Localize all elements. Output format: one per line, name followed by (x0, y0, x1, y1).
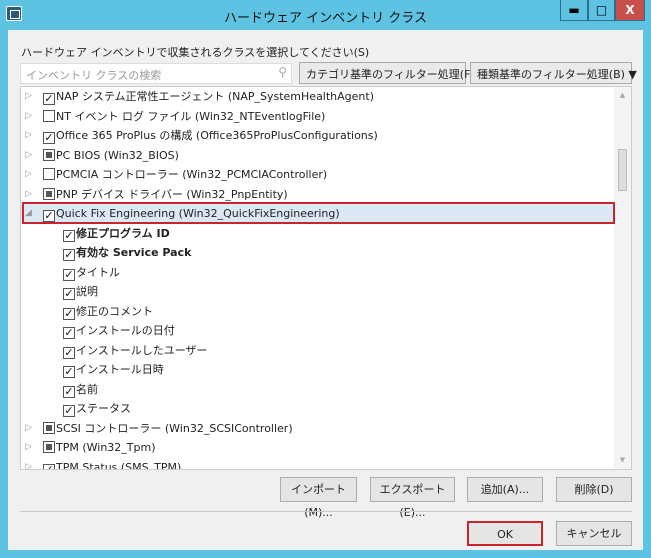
row-label: 修正のコメント (76, 304, 153, 318)
checkbox[interactable]: ✓ (63, 307, 75, 320)
row-label: インストールの日付 (76, 324, 175, 337)
checkbox[interactable] (43, 187, 55, 200)
tree-row[interactable]: ✓ タイトル (21, 263, 615, 282)
tree-row[interactable]: ▷ PCMCIA コントローラー (Win32_PCMCIAController) (21, 165, 615, 184)
expand-arrow-icon[interactable]: ▷ (25, 87, 32, 106)
tree-row[interactable]: ✓ ステータス (21, 399, 615, 418)
tree-row[interactable]: ▷ PNP デバイス ドライバー (Win32_PnpEntity) (21, 185, 615, 204)
tree-row[interactable]: ✓ 修正のコメント (21, 302, 615, 321)
row-label: TPM Status (SMS_TPM) (56, 460, 182, 470)
checkbox[interactable]: ✓ (43, 463, 55, 469)
checkbox[interactable]: ✓ (63, 249, 75, 261)
checkbox[interactable]: ✓ (63, 288, 75, 300)
checkbox[interactable]: ✓ (63, 385, 75, 398)
highlight-box (22, 202, 615, 224)
row-label: PC BIOS (Win32_BIOS) (56, 148, 179, 162)
class-tree[interactable]: ▷ ✓ TPM Status (SMS_TPM) ▷ TPM (Win32_Tpm) ▷ S… (20, 86, 632, 470)
close-button[interactable]: X (615, 0, 645, 21)
tree-row[interactable]: ✓ インストール日時 (21, 360, 615, 379)
checkbox[interactable]: ✓ (63, 229, 75, 242)
row-label: ステータス (76, 402, 131, 415)
row-label: インストールしたユーザー (76, 343, 208, 357)
prompt-label: ハードウェア インベントリで収集されるクラスを選択してください(S) (21, 46, 370, 59)
tree-row[interactable]: ▷ TPM (Win32_Tpm) (21, 438, 615, 457)
type-filter-button[interactable]: 種類基準のフィルター処理(B) ▼ (470, 62, 637, 84)
tree-row[interactable]: ▷ ✓ Office 365 ProPlus の構成 (Office365ProPl… (21, 126, 615, 145)
expand-arrow-icon[interactable]: ▷ (25, 107, 32, 126)
tree-row[interactable]: ✓ 説明 (21, 282, 615, 301)
minimize-button[interactable]: ▬ (560, 0, 588, 21)
row-label: 説明 (76, 285, 98, 298)
title-bar: ハードウェア インベントリ クラス ▬ □ X (0, 0, 651, 30)
scroll-thumb[interactable] (618, 149, 627, 191)
divider (20, 511, 632, 512)
checkbox[interactable] (43, 148, 55, 161)
checkbox[interactable] (43, 109, 55, 122)
delete-button[interactable]: 削除(D) (556, 477, 632, 502)
tree-row[interactable]: ▷ ✓ NAP システム正常性エージェント (NAP_SystemHealthAge… (21, 87, 615, 106)
checkbox[interactable] (43, 168, 55, 180)
maximize-button[interactable]: □ (588, 0, 615, 21)
tree-row[interactable]: ✓ インストールしたユーザー (21, 341, 615, 360)
search-placeholder: インベントリ クラスの検索 (26, 69, 162, 82)
row-label: 名前 (76, 382, 98, 396)
tree-row[interactable]: ✓ 名前 (21, 380, 615, 399)
scroll-up-icon[interactable]: ▲ (614, 87, 631, 104)
cancel-button[interactable]: キャンセル (556, 521, 632, 546)
category-filter-button[interactable]: カテゴリ基準のフィルター処理(F) ▼ (299, 62, 487, 84)
tree-row[interactable]: ✓ 有効な Service Pack (21, 243, 615, 262)
export-button[interactable]: エクスポート(E)... (370, 477, 455, 519)
tree-row[interactable]: ▷ SCSI コントローラー (Win32_SCSIController) (21, 419, 615, 438)
expand-arrow-icon[interactable]: ▷ (25, 438, 32, 457)
ok-button[interactable]: OK (467, 521, 543, 546)
checkbox[interactable]: ✓ (43, 93, 55, 105)
window-title: ハードウェア インベントリ クラス (223, 11, 427, 26)
checkbox[interactable] (43, 421, 55, 434)
add-button[interactable]: 追加(A)... (467, 477, 543, 502)
scroll-down-icon[interactable]: ▼ (614, 452, 631, 469)
tree-row[interactable]: ▷ ✓ TPM Status (SMS_TPM) (21, 458, 615, 470)
row-label: TPM (Win32_Tpm) (56, 441, 156, 454)
expand-arrow-icon[interactable]: ▷ (25, 419, 32, 438)
scrollbar[interactable]: ▲ ▼ (614, 87, 631, 469)
expand-arrow-icon[interactable]: ▷ (25, 165, 32, 184)
row-label: Office 365 ProPlus の構成 (Office365ProPlus… (56, 129, 378, 142)
expand-arrow-icon[interactable]: ▷ (25, 185, 32, 204)
checkbox[interactable]: ✓ (63, 327, 75, 339)
import-button[interactable]: インポート(M)... (280, 477, 357, 519)
dialog-body: ハードウェア インベントリで収集されるクラスを選択してください(S) インベント… (8, 30, 643, 550)
row-label: 修正プログラム ID (76, 226, 170, 240)
row-label: NT イベント ログ ファイル (Win32_NTEventlogFile) (56, 109, 326, 123)
search-input[interactable]: インベントリ クラスの検索 ⚲ (20, 63, 292, 84)
expand-arrow-icon[interactable]: ▷ (25, 146, 32, 165)
checkbox[interactable]: ✓ (63, 405, 75, 417)
row-label: インストール日時 (76, 363, 164, 376)
expand-arrow-icon[interactable]: ▷ (25, 458, 32, 470)
tree-row[interactable]: ▷ PC BIOS (Win32_BIOS) (21, 146, 615, 165)
tree-row[interactable]: ✓ インストールの日付 (21, 321, 615, 340)
tree-row[interactable]: ▷ NT イベント ログ ファイル (Win32_NTEventlogFile) (21, 107, 615, 126)
row-label: PCMCIA コントローラー (Win32_PCMCIAController) (56, 168, 328, 181)
checkbox[interactable] (43, 441, 55, 453)
row-label: SCSI コントローラー (Win32_SCSIController) (56, 421, 293, 435)
row-label: 有効な Service Pack (76, 246, 192, 259)
search-icon[interactable]: ⚲ (278, 65, 287, 79)
expand-arrow-icon[interactable]: ▷ (25, 126, 32, 145)
row-label: PNP デバイス ドライバー (Win32_PnpEntity) (56, 187, 288, 201)
checkbox[interactable]: ✓ (63, 346, 75, 359)
row-label: NAP システム正常性エージェント (NAP_SystemHealthAgent… (56, 90, 374, 103)
checkbox[interactable]: ✓ (63, 268, 75, 281)
tree-row[interactable]: ✓ 修正プログラム ID (21, 224, 615, 243)
checkbox[interactable]: ✓ (63, 366, 75, 378)
row-label: タイトル (76, 265, 120, 279)
checkbox[interactable]: ✓ (43, 132, 55, 144)
